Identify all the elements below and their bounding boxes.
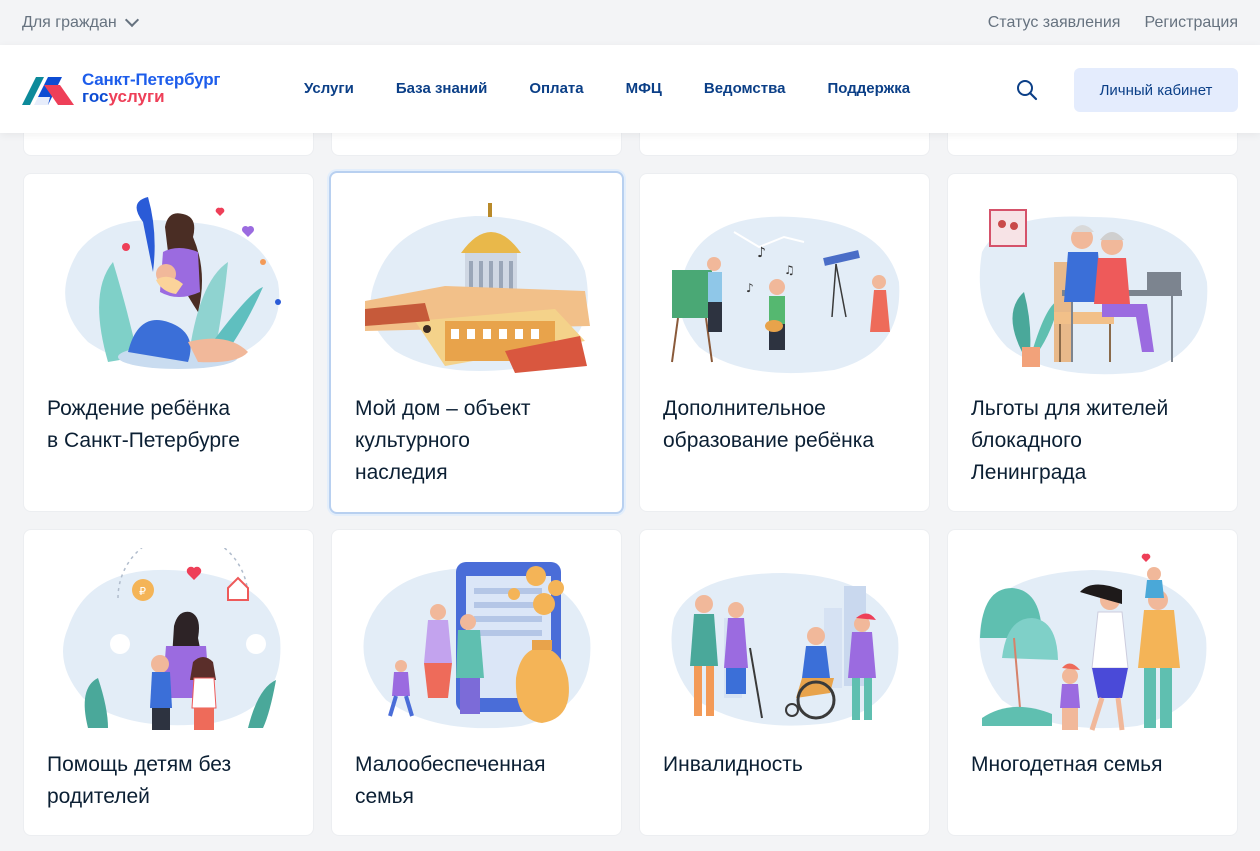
svg-text:₽: ₽ bbox=[139, 585, 146, 598]
service-card-extra-education[interactable]: ♪ ♫ ♪ Дополнительное образование ребёнка bbox=[639, 173, 930, 512]
logo-city-text: Санкт-Петербург bbox=[82, 70, 221, 89]
card-title: Помощь детям без родителей bbox=[47, 753, 232, 808]
card-title: Инвалидность bbox=[663, 753, 803, 776]
disability-illustration bbox=[671, 573, 899, 726]
card-above-edge bbox=[331, 133, 622, 156]
search-icon[interactable] bbox=[1016, 79, 1038, 101]
service-card-blockade-benefits[interactable]: Льготы для жителей блокадного Ленинграда bbox=[947, 173, 1238, 512]
large-family-illustration bbox=[979, 553, 1207, 731]
low-income-illustration bbox=[363, 562, 591, 729]
nav-services[interactable]: Услуги bbox=[304, 80, 354, 97]
main-header: Санкт-Петербург госуслуги Услуги База зн… bbox=[0, 45, 1260, 133]
service-card-low-income[interactable]: Малообеспеченная семья bbox=[331, 529, 622, 836]
nav-knowledge-base[interactable]: База знаний bbox=[396, 80, 487, 97]
card-title: Малообеспеченная семья bbox=[355, 753, 546, 808]
main-nav: Услуги База знаний Оплата МФЦ Ведомства … bbox=[304, 80, 910, 97]
svg-text:♪: ♪ bbox=[746, 281, 754, 295]
service-card-disability[interactable]: Инвалидность bbox=[639, 529, 930, 836]
card-above-edge bbox=[23, 133, 314, 156]
cultural-heritage-illustration bbox=[365, 203, 590, 373]
nav-support[interactable]: Поддержка bbox=[828, 80, 911, 97]
service-card-large-family[interactable]: Многодетная семья bbox=[947, 529, 1238, 836]
service-card-orphans[interactable]: ₽ Помощь детям без родителей bbox=[23, 529, 314, 836]
top-links: Статус заявления Регистрация bbox=[988, 14, 1238, 32]
card-title: Многодетная семья bbox=[971, 753, 1163, 776]
nav-payment[interactable]: Оплата bbox=[529, 80, 583, 97]
blockade-benefits-illustration bbox=[979, 209, 1208, 375]
card-above-edge bbox=[947, 133, 1238, 156]
svg-text:♫: ♫ bbox=[784, 263, 795, 277]
nav-mfc[interactable]: МФЦ bbox=[626, 80, 662, 97]
chevron-down-icon bbox=[124, 12, 139, 28]
card-title: Рождение ребёнка в Санкт-Петербурге bbox=[47, 397, 240, 452]
nav-departments[interactable]: Ведомства bbox=[704, 80, 786, 97]
logo[interactable]: Санкт-Петербург госуслуги bbox=[22, 71, 220, 105]
service-card-cultural-heritage[interactable]: Мой дом – объект культурного наследия bbox=[329, 171, 624, 514]
audience-selector[interactable]: Для граждан bbox=[22, 12, 139, 32]
logo-gosuslugi-text: госуслуги bbox=[82, 87, 165, 106]
service-card-birth[interactable]: Рождение ребёнка в Санкт-Петербурге bbox=[23, 173, 314, 512]
card-title: Льготы для жителей блокадного Ленинграда bbox=[971, 397, 1169, 484]
orphans-help-illustration: ₽ bbox=[63, 548, 281, 730]
personal-account-button[interactable]: Личный кабинет bbox=[1074, 68, 1238, 112]
registration-link[interactable]: Регистрация bbox=[1144, 14, 1238, 32]
audience-label: Для граждан bbox=[22, 13, 117, 31]
birth-illustration bbox=[65, 197, 281, 369]
card-above-edge bbox=[639, 133, 930, 156]
top-bar: Для граждан Статус заявления Регистрация bbox=[0, 0, 1260, 45]
svg-text:♪: ♪ bbox=[757, 245, 766, 261]
card-title: Дополнительное образование ребёнка bbox=[663, 397, 875, 452]
card-title: Мой дом – объект культурного наследия bbox=[355, 397, 531, 484]
gosuslugi-logo-icon bbox=[22, 77, 74, 105]
status-link[interactable]: Статус заявления bbox=[988, 14, 1121, 32]
extra-education-illustration: ♪ ♫ ♪ bbox=[671, 216, 900, 374]
